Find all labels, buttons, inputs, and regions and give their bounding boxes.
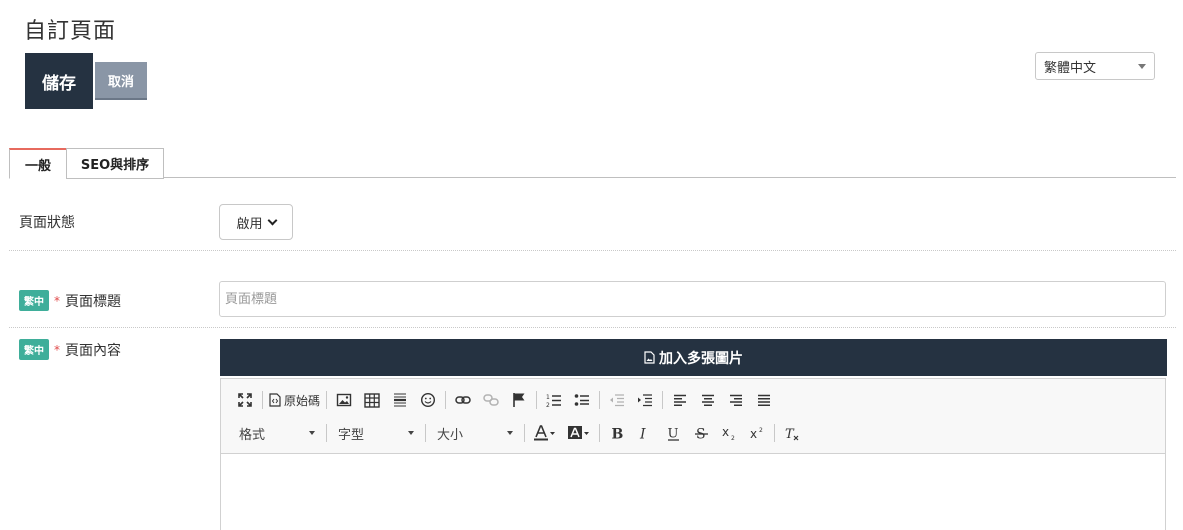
svg-text:B: B: [612, 427, 624, 441]
subscript-icon[interactable]: x2: [718, 422, 740, 444]
toolbar-separator: [662, 391, 664, 409]
toolbar-separator: [326, 391, 328, 409]
save-button[interactable]: 儲存: [25, 53, 93, 109]
source-label: 原始碼: [284, 393, 321, 408]
toolbar-separator: [774, 424, 775, 442]
toolbar-separator: [445, 391, 447, 409]
italic-icon[interactable]: I: [634, 422, 656, 444]
toolbar-separator: [524, 424, 525, 442]
strikethrough-icon[interactable]: S: [690, 422, 712, 444]
table-icon[interactable]: [361, 389, 383, 411]
page-title-input[interactable]: [219, 281, 1166, 317]
svg-text:T: T: [785, 427, 795, 441]
source-button[interactable]: 原始碼: [269, 389, 320, 411]
font-combo[interactable]: 字型: [330, 422, 422, 444]
svg-text:U: U: [667, 426, 678, 441]
remove-format-icon[interactable]: T: [781, 422, 803, 444]
size-combo[interactable]: 大小: [429, 422, 521, 444]
toolbar-separator: [536, 391, 538, 409]
format-combo[interactable]: 格式: [231, 422, 323, 444]
caret-down-icon: [309, 431, 315, 435]
tab-seo-order[interactable]: SEO與排序: [66, 148, 164, 179]
svg-text:2: 2: [759, 427, 763, 434]
toolbar-separator: [262, 391, 263, 409]
size-label: 大小: [437, 427, 464, 443]
superscript-icon[interactable]: x2: [746, 422, 768, 444]
outdent-icon[interactable]: [606, 389, 628, 411]
page-title-field-label: 頁面標題: [65, 293, 121, 310]
page-status-value: 啟用: [236, 216, 263, 232]
justify-icon[interactable]: [753, 389, 775, 411]
tab-general[interactable]: 一般: [9, 148, 67, 179]
anchor-flag-icon[interactable]: [508, 389, 530, 411]
align-right-icon[interactable]: [725, 389, 747, 411]
bulleted-list-icon[interactable]: [571, 389, 593, 411]
format-label: 格式: [239, 427, 266, 443]
indent-icon[interactable]: [634, 389, 656, 411]
link-icon[interactable]: [452, 389, 474, 411]
divider: [9, 250, 1176, 251]
caret-down-icon: [507, 431, 513, 435]
page-content-label-wrap: 繁中 * 頁面內容: [19, 339, 121, 360]
source-icon: [269, 393, 281, 407]
svg-text:2: 2: [731, 435, 735, 441]
file-image-icon: [644, 351, 655, 364]
align-left-icon[interactable]: [669, 389, 691, 411]
toolbar-separator: [599, 391, 601, 409]
editor-toolbar: 原始碼 1 2 格式 字型 大小 B I U S x 2 x 2 T: [221, 379, 1165, 454]
underline-icon[interactable]: U: [662, 422, 684, 444]
page-content-field-label: 頁面內容: [65, 342, 121, 359]
maximize-icon[interactable]: [234, 389, 256, 411]
background-color-icon[interactable]: [565, 422, 593, 444]
toolbar-separator: [425, 424, 426, 442]
horizontal-line-icon[interactable]: [389, 389, 411, 411]
svg-text:2: 2: [546, 402, 550, 408]
page-title: 自訂頁面: [24, 19, 117, 44]
svg-text:x: x: [722, 426, 729, 439]
page-status-label-wrap: 頁面狀態: [19, 212, 75, 232]
rich-text-editor: 原始碼 1 2 格式 字型 大小 B I U S x 2 x 2 T: [220, 378, 1166, 530]
font-label: 字型: [338, 427, 365, 443]
add-multiple-images-button[interactable]: 加入多張圖片: [220, 339, 1167, 376]
toolbar-row-2: 格式 字型 大小 B I U S x 2 x 2 T: [231, 420, 806, 446]
toolbar-separator: [326, 424, 327, 442]
caret-down-icon: [1138, 63, 1146, 69]
required-mark: *: [54, 342, 60, 357]
editor-content-area[interactable]: [221, 455, 1165, 530]
align-center-icon[interactable]: [697, 389, 719, 411]
numbered-list-icon[interactable]: 12: [543, 389, 565, 411]
lang-badge: 繁中: [19, 290, 49, 311]
toolbar-row-1: 原始碼 1 2: [231, 387, 778, 413]
page-status-select[interactable]: 啟用: [219, 204, 293, 240]
unlink-icon[interactable]: [480, 389, 502, 411]
smiley-icon[interactable]: [417, 389, 439, 411]
lang-badge: 繁中: [19, 339, 49, 360]
language-select[interactable]: 繁體中文: [1035, 52, 1155, 80]
bold-icon[interactable]: B: [606, 422, 628, 444]
chevron-down-icon: [267, 215, 277, 225]
page-title-label-wrap: 繁中 * 頁面標題: [19, 290, 121, 311]
required-mark: *: [54, 293, 60, 308]
page-status-label: 頁面狀態: [19, 215, 75, 231]
caret-down-icon: [408, 431, 414, 435]
svg-text:1: 1: [546, 394, 550, 401]
add-multiple-images-label: 加入多張圖片: [659, 350, 743, 367]
svg-text:I: I: [639, 427, 646, 441]
language-select-value: 繁體中文: [1044, 60, 1097, 76]
text-color-icon[interactable]: [531, 422, 559, 444]
tab-bar: 一般 SEO與排序: [9, 148, 1176, 179]
toolbar-separator: [599, 424, 600, 442]
divider: [9, 327, 1176, 328]
svg-text:x: x: [750, 427, 757, 441]
cancel-button[interactable]: 取消: [95, 62, 147, 100]
image-icon[interactable]: [333, 389, 355, 411]
